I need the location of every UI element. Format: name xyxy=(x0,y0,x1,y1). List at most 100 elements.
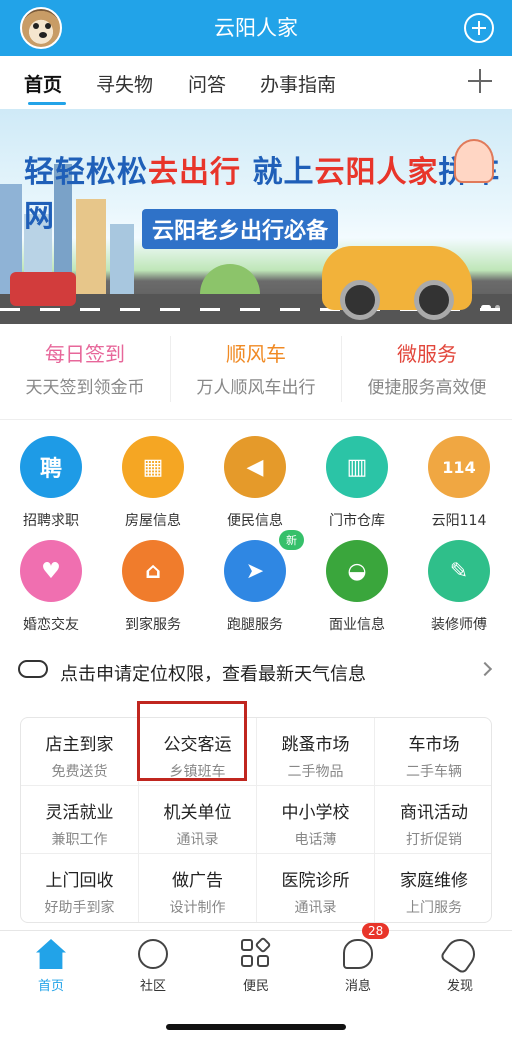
rocket-icon xyxy=(439,933,481,975)
grid-label: 到家服务 xyxy=(125,617,181,633)
highlight-annotation-box xyxy=(137,701,247,781)
recruit-icon: 聘 xyxy=(20,436,82,498)
banner-text: 轻轻松松 xyxy=(24,155,148,190)
van-illustration xyxy=(10,272,76,306)
grid-label: 面业信息 xyxy=(329,617,385,633)
nav-community[interactable]: 社区 xyxy=(123,939,183,994)
service-flexible-jobs[interactable]: 灵活就业 兼职工作 xyxy=(21,786,139,854)
grid-item-housing[interactable]: ▦ 房屋信息 xyxy=(102,436,204,530)
service-advertising[interactable]: 做广告 设计制作 xyxy=(139,854,257,922)
nav-home[interactable]: 首页 xyxy=(21,939,81,994)
building-icon: ▦ xyxy=(122,436,184,498)
service-flea-market[interactable]: 跳蚤市场 二手物品 xyxy=(257,718,375,786)
promo-row: 每日签到 天天签到领金币 顺风车 万人顺风车出行 微服务 便捷服务高效便 xyxy=(0,324,512,420)
grid-item-noodle[interactable]: ◒ 面业信息 xyxy=(306,540,408,634)
community-icon xyxy=(138,939,168,969)
noodle-bowl-icon: ◒ xyxy=(326,540,388,602)
service-subtitle: 打折促销 xyxy=(406,832,462,848)
grid-item-notices[interactable]: ◀ 便民信息 xyxy=(204,436,306,530)
chevron-right-icon xyxy=(477,661,493,677)
service-shop-delivery[interactable]: 店主到家 免费送货 xyxy=(21,718,139,786)
service-title: 灵活就业 xyxy=(45,803,114,823)
new-badge: 新 xyxy=(279,530,304,550)
grid-item-store[interactable]: ▥ 门市仓库 xyxy=(306,436,408,530)
service-title: 医院诊所 xyxy=(281,871,350,891)
service-recycling[interactable]: 上门回收 好助手到家 xyxy=(21,854,139,922)
home-icon xyxy=(36,939,66,969)
delivery-scooter-icon: ➤ 新 xyxy=(224,530,304,602)
promo-carpool[interactable]: 顺风车 万人顺风车出行 xyxy=(171,338,341,398)
store-icon: ▥ xyxy=(326,436,388,498)
car-illustration xyxy=(322,246,472,320)
paint-roller-icon: ✎ xyxy=(428,540,490,602)
grid-label: 招聘求职 xyxy=(23,513,79,529)
service-title: 车市场 xyxy=(408,735,460,755)
cloud-icon xyxy=(18,660,48,678)
grid-label: 跑腿服务 xyxy=(227,617,283,633)
megaphone-icon: ◀ xyxy=(224,436,286,498)
plus-icon[interactable] xyxy=(468,69,492,93)
grid-label: 房屋信息 xyxy=(125,513,181,529)
phone-114-icon: 114 xyxy=(428,436,490,498)
services-table: 店主到家 免费送货 公交客运 乡镇班车 跳蚤市场 二手物品 车市场 二手车辆 灵… xyxy=(20,717,492,923)
service-subtitle: 上门服务 xyxy=(406,900,462,916)
message-icon xyxy=(343,939,373,969)
nav-label: 消息 xyxy=(344,979,371,994)
grid-label: 门市仓库 xyxy=(329,513,385,529)
bottom-nav: 首页 社区 便民 消息 28 发现 xyxy=(0,923,512,1000)
service-hospitals[interactable]: 医院诊所 通讯录 xyxy=(257,854,375,922)
service-home-repair[interactable]: 家庭维修 上门服务 xyxy=(375,854,491,922)
grid-label: 云阳114 xyxy=(431,513,487,529)
home-service-icon: ⌂ xyxy=(122,540,184,602)
service-title: 做广告 xyxy=(172,871,223,891)
service-subtitle: 二手物品 xyxy=(287,764,344,780)
service-subtitle: 兼职工作 xyxy=(51,832,108,848)
app-title: 云阳人家 xyxy=(214,16,298,40)
service-title: 店主到家 xyxy=(45,735,114,755)
service-subtitle: 设计制作 xyxy=(169,900,226,916)
grid-apps-icon xyxy=(241,936,272,969)
nav-label: 便民 xyxy=(242,979,269,994)
grid-item-114[interactable]: 114 云阳114 xyxy=(408,436,510,530)
service-subtitle: 通讯录 xyxy=(176,832,219,848)
promo-subtitle: 天天签到领金币 xyxy=(25,378,145,398)
nav-discover[interactable]: 发现 xyxy=(430,933,490,994)
unread-badge: 28 xyxy=(362,923,390,939)
tab-guide[interactable]: 办事指南 xyxy=(260,70,336,97)
nav-label: 首页 xyxy=(37,979,64,994)
service-car-market[interactable]: 车市场 二手车辆 xyxy=(375,718,491,786)
nav-convenience[interactable]: 便民 xyxy=(226,936,286,994)
home-indicator[interactable] xyxy=(166,1024,346,1030)
service-subtitle: 二手车辆 xyxy=(406,764,462,780)
service-subtitle: 好助手到家 xyxy=(44,900,115,916)
grid-item-errand[interactable]: ➤ 新 跑腿服务 xyxy=(204,530,306,634)
tab-lost-found[interactable]: 寻失物 xyxy=(96,70,153,97)
promo-title: 每日签到 xyxy=(45,342,125,366)
grid-item-decoration[interactable]: ✎ 装修师傅 xyxy=(408,540,510,634)
service-schools[interactable]: 中小学校 电话薄 xyxy=(257,786,375,854)
service-title: 上门回收 xyxy=(45,871,114,891)
add-circle-icon[interactable] xyxy=(464,13,494,43)
grid-item-dating[interactable]: ♥ 婚恋交友 xyxy=(0,540,102,634)
hearts-icon: ♥ xyxy=(20,540,82,602)
service-title: 跳蚤市场 xyxy=(281,735,350,755)
grid-label: 婚恋交友 xyxy=(23,617,79,633)
grid-label: 装修师傅 xyxy=(431,617,487,633)
grid-item-home-service[interactable]: ⌂ 到家服务 xyxy=(102,540,204,634)
service-government[interactable]: 机关单位 通讯录 xyxy=(139,786,257,854)
service-promotions[interactable]: 商讯活动 打折促销 xyxy=(375,786,491,854)
carpool-banner[interactable]: 轻轻松松去出行 就上云阳人家拼车网 云阳老乡出行必备 xyxy=(0,109,512,324)
banner-subline: 云阳老乡出行必备 xyxy=(142,209,339,249)
tab-qa[interactable]: 问答 xyxy=(188,70,226,97)
tab-home[interactable]: 首页 xyxy=(24,70,62,97)
promo-micro-service[interactable]: 微服务 便捷服务高效便 xyxy=(342,338,512,398)
service-title: 中小学校 xyxy=(281,803,350,823)
weather-bar[interactable]: 点击申请定位权限，查看最新天气信息 xyxy=(0,650,512,692)
promo-subtitle: 万人顺风车出行 xyxy=(196,378,316,398)
nav-messages[interactable]: 消息 xyxy=(328,939,388,994)
service-title: 家庭维修 xyxy=(400,871,468,891)
grid-item-recruit[interactable]: 聘 招聘求职 xyxy=(0,436,102,530)
service-subtitle: 通讯录 xyxy=(294,900,337,916)
promo-daily-checkin[interactable]: 每日签到 天天签到领金币 xyxy=(0,338,170,398)
service-subtitle: 免费送货 xyxy=(51,764,108,780)
